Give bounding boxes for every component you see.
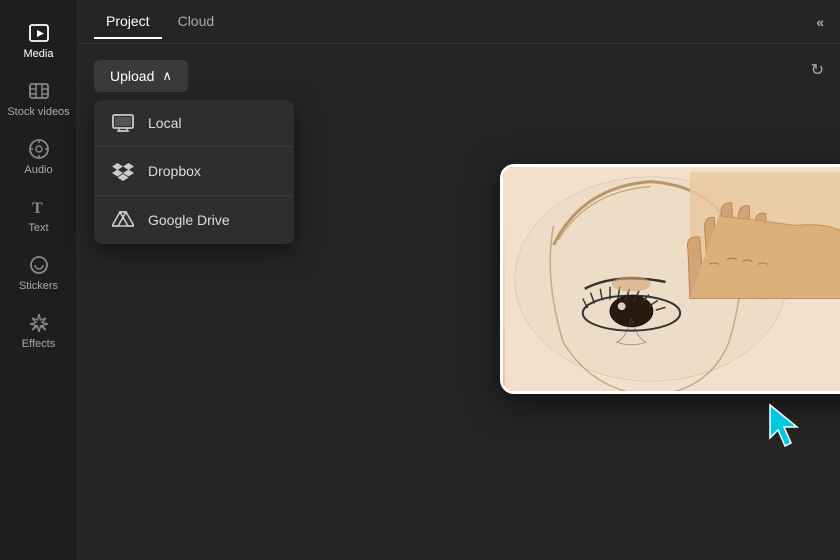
tab-list: Project Cloud (94, 5, 226, 38)
sidebar-label-stock-videos: Stock videos (7, 106, 69, 118)
google-drive-label: Google Drive (148, 212, 230, 228)
refresh-button[interactable]: ↻ (811, 60, 824, 80)
dropdown-item-dropbox[interactable]: Dropbox (94, 147, 294, 195)
sidebar-item-stock-videos[interactable]: Stock videos (0, 70, 77, 128)
sidebar-item-effects[interactable]: Effects (0, 302, 77, 360)
sidebar-label-audio: Audio (24, 164, 52, 176)
sidebar-item-text[interactable]: T Text (0, 186, 77, 244)
tab-project[interactable]: Project (94, 5, 162, 39)
sidebar-item-stickers[interactable]: Stickers (0, 244, 77, 302)
collapse-button[interactable]: « (816, 14, 824, 30)
tab-bar: Project Cloud « (78, 0, 840, 44)
dropdown-item-local[interactable]: Local (94, 100, 294, 146)
sidebar-label-media: Media (24, 48, 54, 60)
dropbox-label: Dropbox (148, 163, 201, 179)
sidebar: Media Stock videos (0, 0, 78, 560)
sidebar-label-text: Text (28, 222, 48, 234)
sidebar-label-stickers: Stickers (19, 280, 58, 292)
text-icon: T (28, 196, 50, 218)
panel-body: ↻ Upload ∧ Local (78, 44, 840, 560)
cursor-pointer (765, 400, 810, 455)
stock-videos-icon (28, 80, 50, 102)
tab-cloud[interactable]: Cloud (166, 5, 227, 39)
svg-text:T: T (32, 200, 43, 217)
stickers-icon (28, 254, 50, 276)
sidebar-item-audio[interactable]: Audio (0, 128, 77, 186)
media-icon (28, 22, 50, 44)
dropdown-item-google-drive[interactable]: Google Drive (94, 196, 294, 244)
google-drive-icon (112, 210, 134, 230)
main-panel: Project Cloud « ↻ Upload ∧ (78, 0, 840, 560)
upload-label: Upload (110, 68, 154, 84)
upload-button[interactable]: Upload ∧ (94, 60, 188, 92)
sidebar-label-effects: Effects (22, 338, 55, 350)
audio-icon (28, 138, 50, 160)
sidebar-item-media[interactable]: Media (0, 12, 77, 70)
effects-icon (28, 312, 50, 334)
preview-image-card (500, 164, 840, 394)
dropbox-icon (112, 161, 134, 181)
local-icon (112, 114, 134, 132)
upload-dropdown: Local Dropbox (94, 100, 294, 244)
preview-image-content (503, 167, 840, 391)
local-label: Local (148, 115, 181, 131)
chevron-up-icon: ∧ (162, 68, 172, 84)
